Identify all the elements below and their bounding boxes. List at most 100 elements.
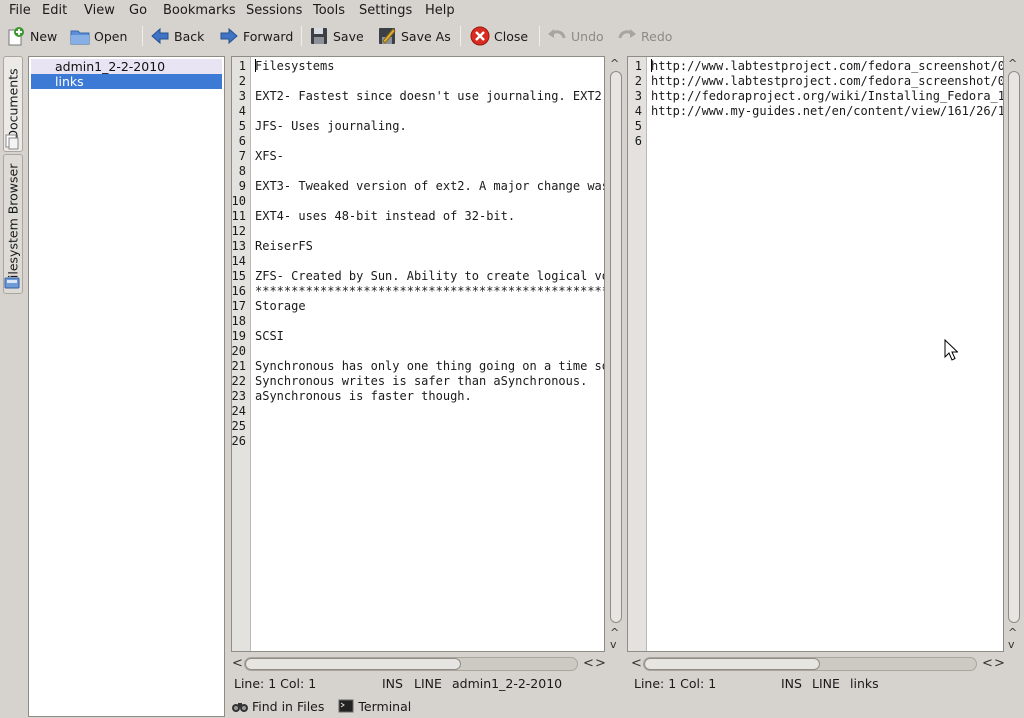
filesystem-icon <box>3 273 23 293</box>
menu-file[interactable]: File <box>9 3 31 18</box>
editor-right-vscrollbar[interactable]: ^ ^ v <box>1006 56 1022 652</box>
redo-button[interactable]: Redo <box>617 24 672 48</box>
line-number: 19 <box>231 329 246 343</box>
line-number: 15 <box>231 269 246 283</box>
line-number: 1 <box>238 59 246 73</box>
menu-edit[interactable]: Edit <box>42 3 67 18</box>
line-number: 21 <box>231 359 246 373</box>
line-number: 6 <box>238 134 246 148</box>
line-number: 6 <box>634 134 642 148</box>
terminal-label: Terminal <box>358 698 412 714</box>
line-number: 13 <box>231 239 246 253</box>
code-line: http://www.labtestproject.com/fedora_scr… <box>651 59 1004 73</box>
selection-mode[interactable]: LINE <box>812 676 840 691</box>
code-line: EXT4- uses 48-bit instead of 32-bit. <box>255 209 516 223</box>
line-number: 24 <box>231 404 246 418</box>
back-button[interactable]: Back <box>150 24 204 48</box>
menu-sessions[interactable]: Sessions <box>246 3 302 18</box>
menu-go[interactable]: Go <box>129 3 147 18</box>
forward-button[interactable]: Forward <box>219 24 293 48</box>
undo-button[interactable]: Undo <box>547 24 604 48</box>
scroll-left-icon[interactable]: < <box>583 656 594 672</box>
editor-left[interactable]: 1 2 3 4 5 6 7 8 9 10 11 12 13 14 15 16 17 18 19 20 21 22 23 24 2… <box>231 56 605 652</box>
mouse-pointer-icon <box>944 339 958 361</box>
line-number: 23 <box>231 389 246 403</box>
code-line: JFS- Uses journaling. <box>255 119 407 133</box>
menu-tools[interactable]: Tools <box>313 3 345 18</box>
line-number: 20 <box>231 344 246 358</box>
new-button-label: New <box>30 28 58 44</box>
save-as-icon <box>379 28 396 44</box>
save-as-button[interactable]: Save As <box>377 24 451 48</box>
list-item[interactable]: admin1_2-2-2010 <box>31 59 222 74</box>
selection-mode[interactable]: LINE <box>414 676 442 691</box>
scroll-thumb[interactable] <box>1008 71 1020 623</box>
arrow-left-icon <box>151 27 169 45</box>
terminal-button[interactable]: Terminal <box>338 697 411 715</box>
line-number: 4 <box>634 104 642 118</box>
editor-right-hscrollbar[interactable]: < < > <box>630 656 1006 672</box>
arrow-right-icon <box>220 27 238 45</box>
menu-settings[interactable]: Settings <box>359 3 412 18</box>
close-button[interactable]: Close <box>470 24 528 48</box>
toolbar-separator <box>142 26 143 46</box>
open-button[interactable]: Open <box>70 24 127 48</box>
cursor-position: Line: 1 Col: 1 <box>634 676 717 691</box>
code-line: Synchronous writes is safer than aSynchr… <box>255 374 588 388</box>
scroll-track[interactable] <box>244 657 578 671</box>
redo-button-label: Redo <box>641 28 673 44</box>
find-in-files-label: Find in Files <box>252 698 325 714</box>
undo-button-label: Undo <box>571 28 604 44</box>
scroll-up-icon[interactable]: ^ <box>610 58 619 70</box>
code-line: Synchronous has only one thing going on … <box>255 359 605 373</box>
list-item[interactable]: links <box>31 74 222 89</box>
code-line: aSynchronous is faster though. <box>255 389 472 403</box>
scroll-thumb[interactable] <box>644 658 820 670</box>
line-number-gutter: 123456 <box>628 57 647 651</box>
folder-open-icon <box>70 30 90 45</box>
line-number: 7 <box>238 149 246 163</box>
save-button[interactable]: Save <box>309 24 364 48</box>
main-toolbar: New Open Back Forward Save Save As Close… <box>0 22 1024 50</box>
scroll-left-icon[interactable]: < <box>631 656 642 672</box>
save-button-label: Save <box>333 28 364 44</box>
menu-bookmarks[interactable]: Bookmarks <box>163 3 236 18</box>
line-number-gutter: 1 2 3 4 5 6 7 8 9 10 11 12 13 14 15 16 17 18 19 20 21 22 23 24 2… <box>232 57 251 651</box>
scroll-down-icon[interactable]: v <box>1008 639 1015 651</box>
close-button-label: Close <box>494 28 529 44</box>
menu-view[interactable]: View <box>84 3 115 18</box>
scroll-track[interactable] <box>643 657 977 671</box>
scroll-thumb[interactable] <box>245 658 461 670</box>
line-number: 2 <box>238 74 246 88</box>
insert-mode[interactable]: INS <box>781 676 802 691</box>
scroll-down-icon[interactable]: v <box>610 639 617 651</box>
code-line: ****************************************… <box>255 284 605 298</box>
scroll-up-icon[interactable]: ^ <box>1008 58 1017 70</box>
insert-mode[interactable]: INS <box>382 676 403 691</box>
line-number: 18 <box>231 314 246 328</box>
scroll-left-icon[interactable]: < <box>232 656 243 672</box>
redo-icon <box>618 29 636 39</box>
code-line: http://fedoraproject.org/wiki/Installing… <box>651 89 1004 103</box>
code-line: Storage <box>255 299 306 313</box>
line-number: 8 <box>238 164 246 178</box>
line-number: 14 <box>231 254 246 268</box>
line-number: 22 <box>231 374 246 388</box>
scroll-left-icon[interactable]: < <box>982 656 993 672</box>
tab-documents-label: Documents <box>5 68 21 140</box>
toolbar-separator <box>301 26 302 46</box>
new-button[interactable]: New <box>6 24 57 48</box>
editor-left-hscrollbar[interactable]: < < > <box>231 656 608 672</box>
line-number: 9 <box>238 179 246 193</box>
new-document-icon <box>8 27 24 46</box>
menu-help[interactable]: Help <box>425 3 455 18</box>
scroll-right-icon[interactable]: > <box>994 656 1005 672</box>
find-in-files-button[interactable]: Find in Files <box>232 697 324 715</box>
editor-left-vscrollbar[interactable]: ^ ^ v <box>608 56 624 652</box>
documents-list: admin1_2-2-2010 links <box>28 56 225 717</box>
cursor-position: Line: 1 Col: 1 <box>234 676 317 691</box>
scroll-right-icon[interactable]: > <box>595 656 606 672</box>
scroll-thumb[interactable] <box>610 71 622 623</box>
side-tab-bar: Documents Filesystem Browser <box>0 54 24 718</box>
line-number: 10 <box>231 194 246 208</box>
